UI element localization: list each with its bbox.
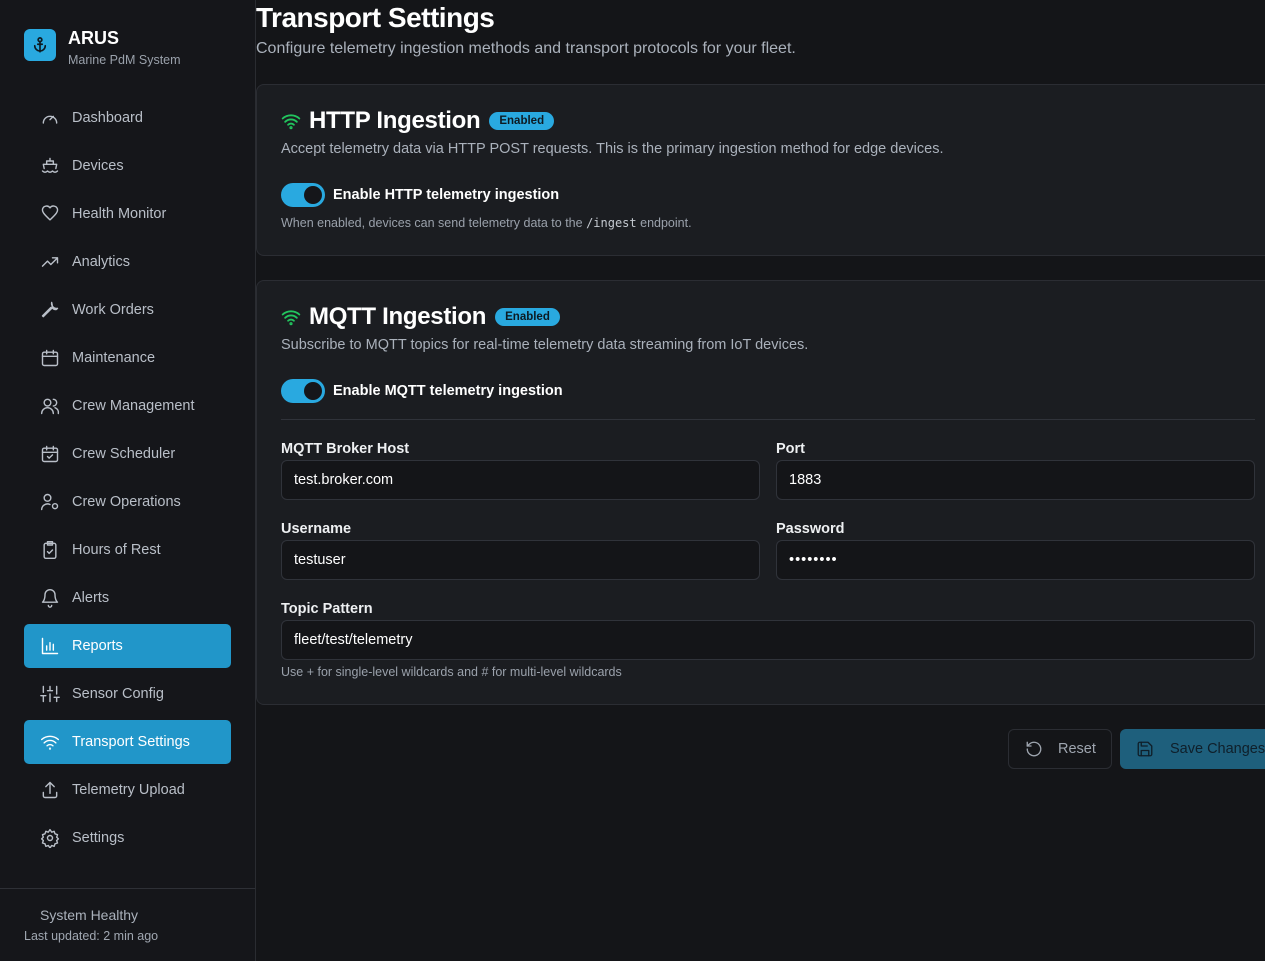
sidebar-item-alerts[interactable]: Alerts: [24, 576, 231, 620]
wifi-icon: [281, 310, 301, 326]
sidebar-item-label: Crew Management: [72, 398, 195, 414]
system-status-text: System Healthy: [40, 907, 139, 923]
user-cog-icon: [40, 493, 59, 511]
mqtt-ingestion-card: MQTT Ingestion Enabled Subscribe to MQTT…: [256, 280, 1265, 705]
clipboard-check-icon: [43, 540, 57, 560]
upload-icon: [42, 781, 58, 799]
last-updated: Last updated: 2 min ago: [24, 929, 159, 943]
sidebar-item-label: Crew Scheduler: [72, 446, 176, 462]
sidebar-item-label: Sensor Config: [72, 686, 164, 702]
port-label: Port: [776, 441, 805, 457]
wrench-icon: [41, 301, 59, 318]
system-status: System Healthy Last updated: 2 min ago: [0, 888, 255, 943]
username-input[interactable]: testuser: [281, 540, 760, 580]
sidebar-item-label: Settings: [72, 830, 125, 846]
password-input[interactable]: ••••••••: [776, 540, 1255, 580]
gauge-icon: [42, 115, 58, 124]
reset-label: Reset: [1058, 741, 1096, 757]
host-label: MQTT Broker Host: [281, 441, 410, 457]
username-label: Username: [281, 521, 352, 537]
http-hint: When enabled, devices can send telemetry…: [281, 216, 692, 230]
brand-subtitle: Marine PdM System: [68, 53, 181, 67]
ship-icon: [41, 157, 59, 173]
sidebar: ARUS Marine PdM System Dashboard Devices H…: [0, 0, 256, 961]
status-badge: Enabled: [495, 308, 560, 326]
broker-host-input[interactable]: test.broker.com: [281, 460, 760, 500]
http-title: HTTP Ingestion: [309, 107, 481, 134]
save-icon: [1137, 741, 1153, 757]
sidebar-item-telemetry-upload[interactable]: Telemetry Upload: [24, 768, 231, 812]
calendar-check-icon: [41, 445, 59, 463]
sidebar-item-transport-settings[interactable]: Transport Settings: [24, 720, 231, 764]
http-toggle-label: Enable HTTP telemetry ingestion: [333, 187, 560, 203]
bar-chart-icon: [41, 637, 59, 655]
reset-button[interactable]: Reset: [1008, 729, 1112, 769]
password-label: Password: [776, 521, 845, 537]
gear-icon: [40, 828, 60, 848]
sidebar-item-settings[interactable]: Settings: [24, 816, 231, 860]
http-enable-toggle[interactable]: [281, 183, 325, 207]
sidebar-item-label: Transport Settings: [72, 734, 190, 750]
page-title: Transport Settings: [256, 2, 495, 33]
wifi-icon: [40, 735, 60, 750]
page-subtitle: Configure telemetry ingestion methods an…: [256, 40, 796, 57]
sidebar-item-label: Health Monitor: [72, 206, 167, 222]
sidebar-item-label: Analytics: [72, 254, 131, 270]
sidebar-item-sensor-config[interactable]: Sensor Config: [24, 672, 231, 716]
hint-text-end: endpoint.: [640, 216, 692, 230]
sidebar-item-label: Telemetry Upload: [72, 782, 185, 798]
sidebar-nav: Dashboard Devices Health Monitor Analytics W…: [24, 96, 231, 864]
topic-hint: Use + for single-level wildcards and # f…: [281, 665, 622, 679]
topic-pattern-input[interactable]: fleet/test/telemetry: [281, 620, 1255, 660]
port-input[interactable]: 1883: [776, 460, 1255, 500]
heart-icon: [41, 205, 59, 221]
sidebar-item-devices[interactable]: Devices: [24, 144, 231, 188]
sidebar-item-label: Crew Operations: [72, 494, 181, 510]
divider: [281, 419, 1255, 420]
sidebar-item-health-monitor[interactable]: Health Monitor: [24, 192, 231, 236]
sidebar-item-label: Alerts: [72, 590, 110, 606]
sidebar-item-hours-of-rest[interactable]: Hours of Rest: [24, 528, 231, 572]
sidebar-item-label: Dashboard: [72, 110, 143, 126]
mqtt-title: MQTT Ingestion: [309, 303, 487, 330]
save-changes-button[interactable]: Save Changes: [1120, 729, 1265, 769]
sidebar-item-reports[interactable]: Reports: [24, 624, 231, 668]
sidebar-item-crew-operations[interactable]: Crew Operations: [24, 480, 231, 524]
ingest-endpoint-code: /ingest: [586, 216, 637, 230]
mqtt-enable-toggle[interactable]: [281, 379, 325, 403]
sidebar-item-crew-management[interactable]: Crew Management: [24, 384, 231, 428]
http-description: Accept telemetry data via HTTP POST requ…: [281, 141, 944, 157]
calendar-icon: [41, 349, 59, 367]
sidebar-item-crew-scheduler[interactable]: Crew Scheduler: [24, 432, 231, 476]
topic-label: Topic Pattern: [281, 601, 373, 617]
sidebar-item-maintenance[interactable]: Maintenance: [24, 336, 231, 380]
sidebar-item-label: Reports: [72, 638, 123, 654]
hint-text: When enabled, devices can send telemetry…: [281, 216, 583, 230]
mqtt-description: Subscribe to MQTT topics for real-time t…: [281, 337, 809, 353]
wifi-icon: [281, 114, 301, 130]
sidebar-item-label: Devices: [72, 158, 124, 174]
http-ingestion-card: HTTP Ingestion Enabled Accept telemetry …: [256, 84, 1265, 256]
reset-icon: [1026, 741, 1042, 757]
anchor-logo-icon: [24, 29, 56, 61]
bell-icon: [41, 589, 59, 608]
mqtt-toggle-label: Enable MQTT telemetry ingestion: [333, 383, 563, 399]
sidebar-item-analytics[interactable]: Analytics: [24, 240, 231, 284]
sidebar-item-work-orders[interactable]: Work Orders: [24, 288, 231, 332]
sidebar-item-dashboard[interactable]: Dashboard: [24, 96, 231, 140]
status-badge: Enabled: [489, 112, 555, 130]
sidebar-item-label: Maintenance: [72, 350, 156, 366]
brand-name: ARUS: [68, 28, 120, 48]
sidebar-item-label: Hours of Rest: [72, 542, 161, 558]
save-label: Save Changes: [1170, 741, 1265, 757]
users-icon: [40, 398, 60, 415]
trending-up-icon: [41, 257, 59, 267]
sidebar-item-label: Work Orders: [72, 302, 154, 318]
sliders-icon: [40, 685, 60, 703]
